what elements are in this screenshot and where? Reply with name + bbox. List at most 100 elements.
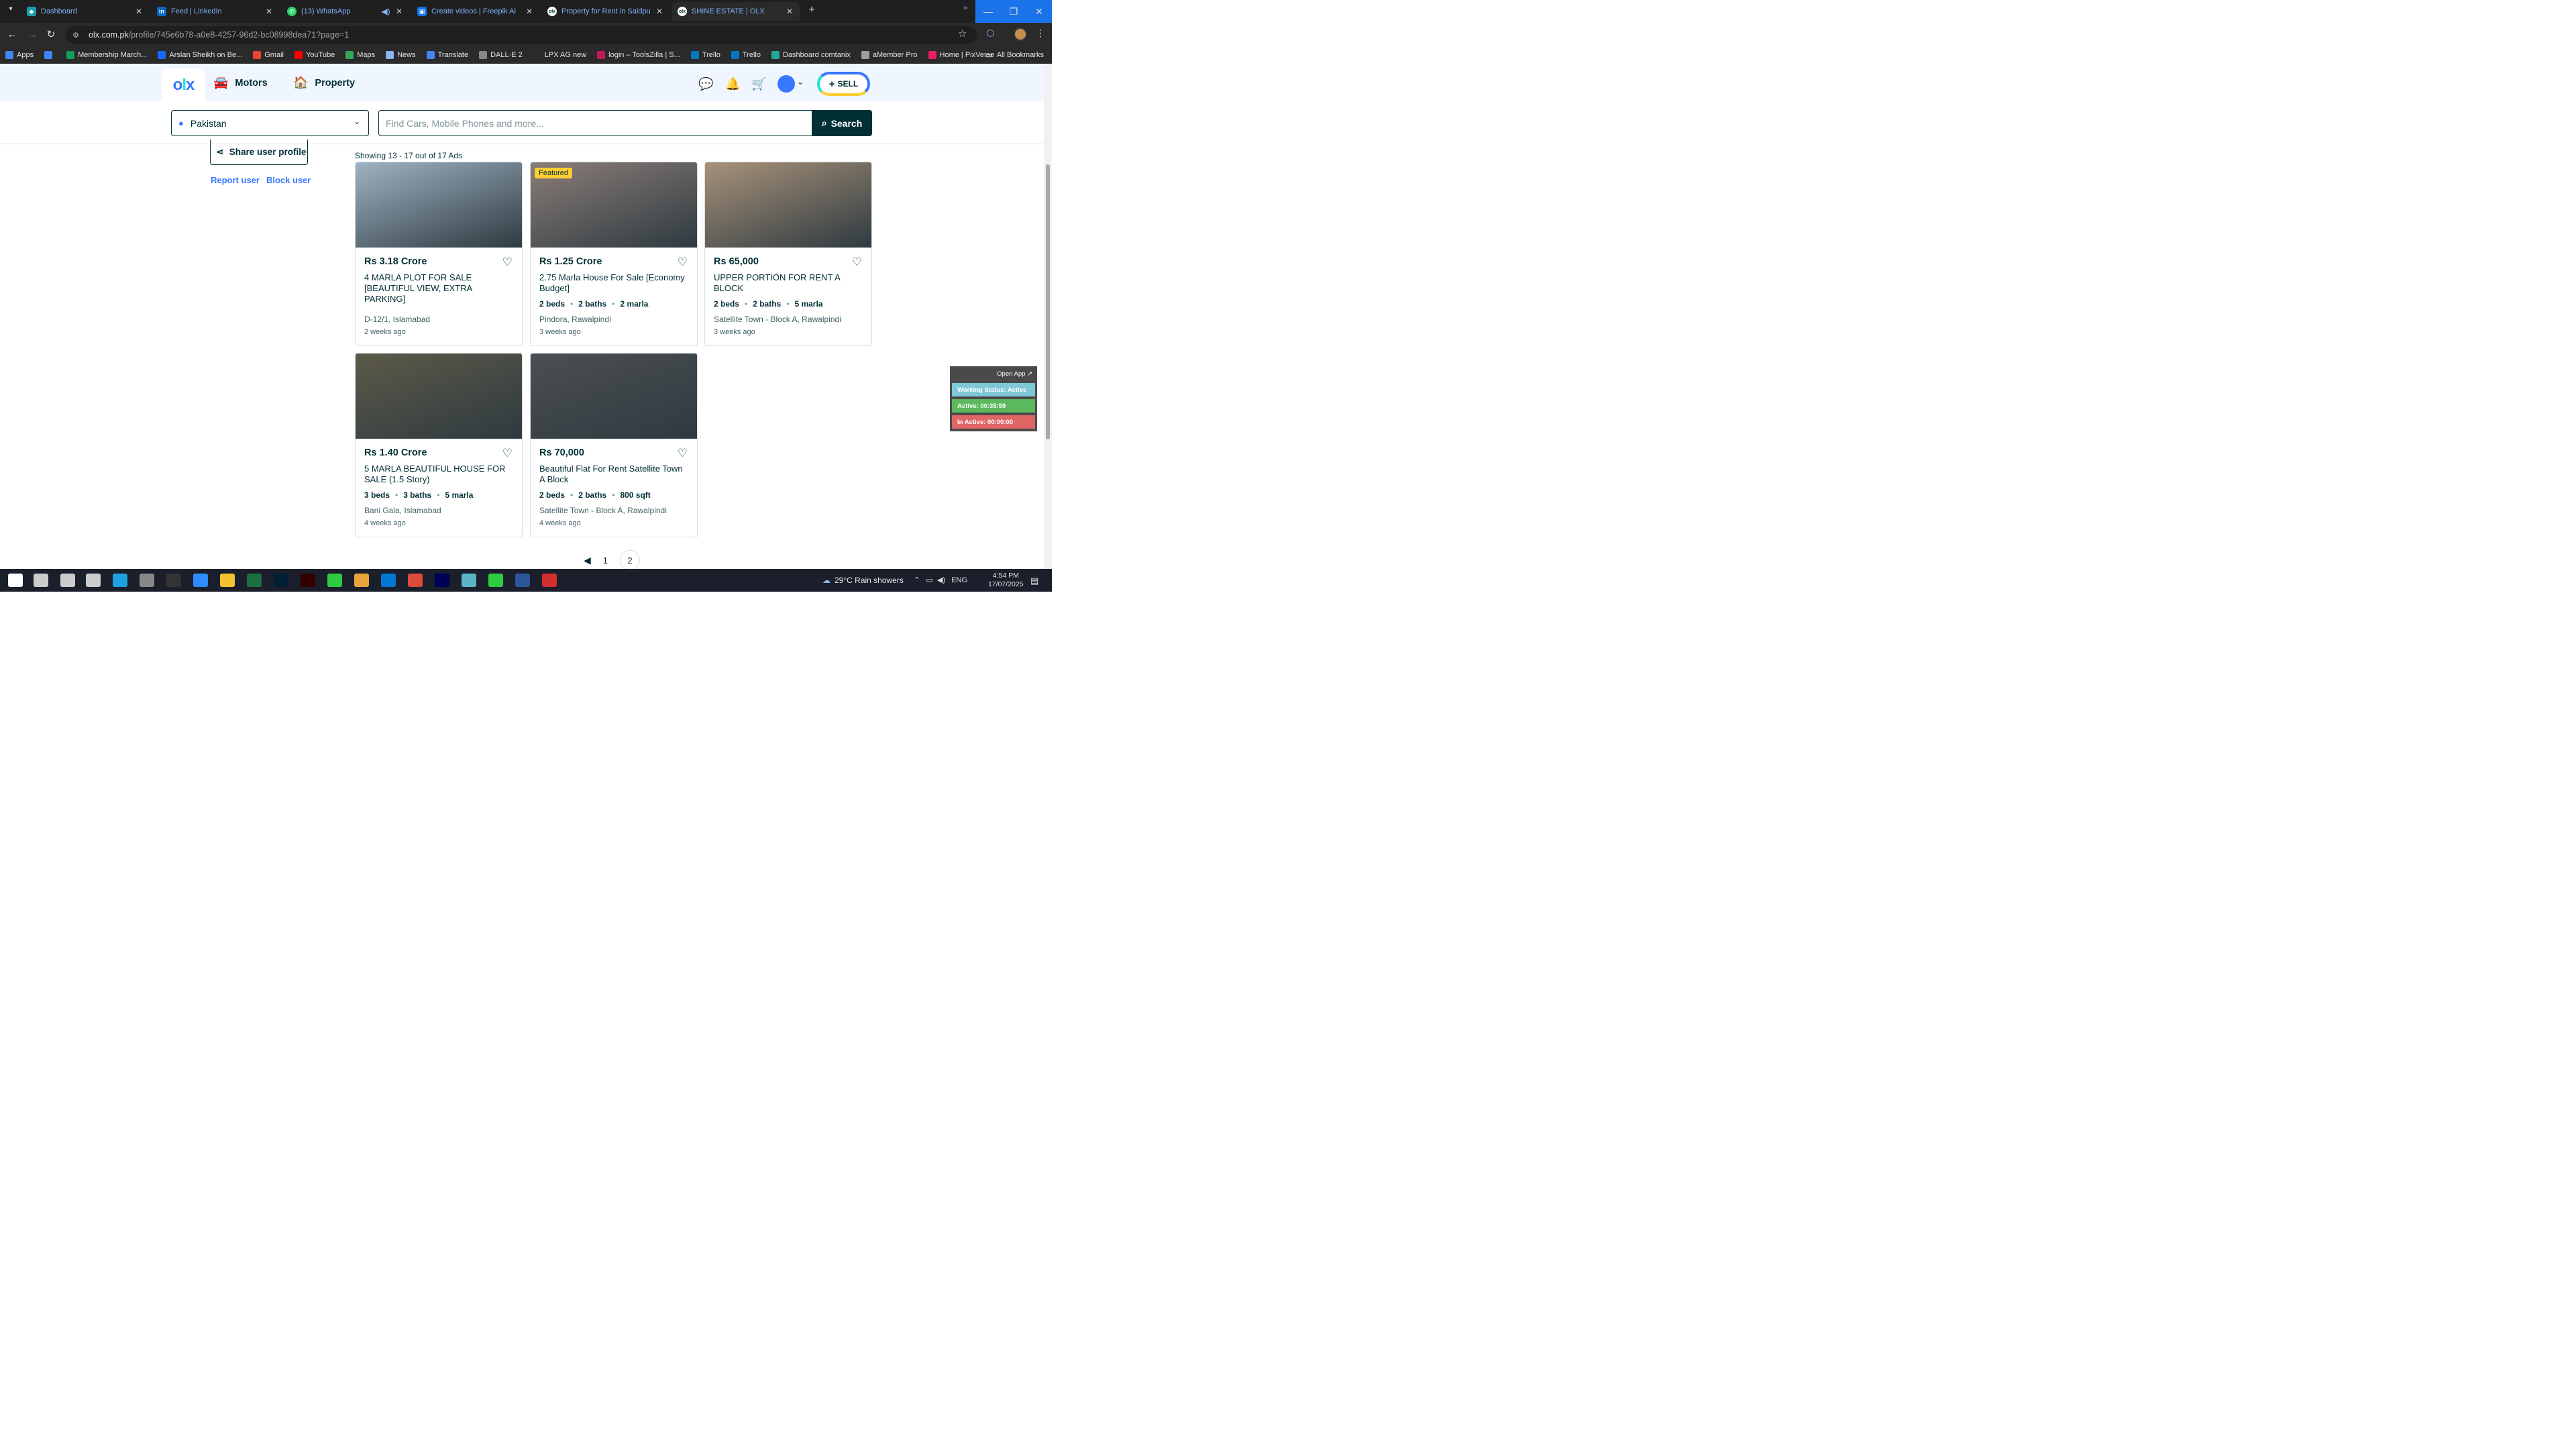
heart-icon[interactable]: ♡ bbox=[502, 447, 513, 460]
forward-icon[interactable]: → bbox=[25, 28, 39, 42]
tab-whatsapp[interactable]: ✆ (13) WhatsApp ◀) ✕ bbox=[282, 2, 409, 21]
listing-photo[interactable] bbox=[356, 354, 522, 439]
chrome-icon[interactable] bbox=[408, 574, 423, 587]
close-icon[interactable]: ✕ bbox=[264, 7, 274, 16]
tab-freepik[interactable]: ▣ Create videos | Freepik AI ✕ bbox=[412, 2, 539, 21]
search-input[interactable]: Find Cars, Mobile Phones and more... bbox=[378, 110, 813, 136]
network-icon[interactable]: ▭ bbox=[926, 576, 932, 584]
bookmark-item[interactable]: Trello bbox=[686, 51, 726, 59]
page-2[interactable]: 2 bbox=[620, 550, 641, 569]
bookmark-item[interactable]: Membership March... bbox=[61, 51, 152, 59]
listing-card[interactable]: Featured Rs 1.25 Crore ♡ 2.75 Marla House F… bbox=[530, 162, 698, 346]
illustrator-icon[interactable] bbox=[301, 574, 315, 587]
bookmark-item[interactable]: News bbox=[380, 51, 421, 59]
scroll-thumb[interactable] bbox=[1046, 164, 1050, 439]
restore-icon[interactable]: ❐ bbox=[1001, 0, 1026, 23]
clock[interactable]: 4:54 PM 17/07/2025 bbox=[988, 572, 1024, 589]
share-profile-button[interactable]: ⋖ Share user profile bbox=[210, 140, 308, 165]
bookmark-item[interactable]: Dashboard comtanix bbox=[766, 51, 856, 59]
listing-card[interactable]: Rs 65,000 ♡ UPPER PORTION FOR RENT A BLOCK… bbox=[704, 162, 872, 346]
category-property[interactable]: 🏠 Property bbox=[293, 76, 355, 90]
back-icon[interactable]: ← bbox=[5, 28, 19, 42]
premiere-icon[interactable] bbox=[435, 574, 449, 587]
windows-start-icon[interactable] bbox=[8, 574, 23, 587]
language-indicator[interactable]: ENG bbox=[951, 576, 967, 584]
bookmark-item[interactable]: Translate bbox=[421, 51, 474, 59]
bookmark-item[interactable]: Trello bbox=[726, 51, 766, 59]
notifications-icon[interactable]: ▤ bbox=[1030, 576, 1038, 586]
listing-card[interactable]: Rs 70,000 ♡ Beautiful Flat For Rent Satell… bbox=[530, 353, 698, 537]
heart-icon[interactable]: ♡ bbox=[502, 256, 513, 269]
listing-card[interactable]: Rs 3.18 Crore ♡ 4 MARLA PLOT FOR SALE [BEA… bbox=[355, 162, 523, 346]
listing-photo[interactable] bbox=[705, 162, 871, 248]
cortana-icon[interactable] bbox=[60, 574, 75, 587]
chat-icon[interactable]: 💬 bbox=[698, 77, 713, 91]
category-motors[interactable]: 🚘 Motors bbox=[213, 76, 268, 90]
word-icon[interactable] bbox=[515, 574, 530, 587]
speaker-icon[interactable]: ◀) bbox=[381, 7, 390, 16]
open-app-link[interactable]: Open App ↗ bbox=[952, 368, 1035, 380]
app-icon[interactable] bbox=[488, 574, 503, 587]
edge-icon[interactable] bbox=[113, 574, 127, 587]
weather-widget[interactable]: ☁ 29°C Rain showers bbox=[822, 576, 904, 585]
close-window-icon[interactable]: ✕ bbox=[1026, 0, 1052, 23]
bookmark-item[interactable]: Maps bbox=[340, 51, 380, 59]
page-1[interactable]: 1 bbox=[603, 555, 608, 566]
bookmark-item[interactable]: login – ToolsZilla | S... bbox=[592, 51, 686, 59]
volume-icon[interactable]: ◀) bbox=[937, 576, 945, 584]
prev-page-icon[interactable]: ◀ bbox=[584, 555, 591, 566]
task-view-icon[interactable] bbox=[86, 574, 101, 587]
tab-dashboard[interactable]: ◆ Dashboard ✕ bbox=[21, 2, 149, 21]
chevron-down-icon[interactable]: ⌄ bbox=[797, 77, 804, 87]
heart-icon[interactable]: ♡ bbox=[678, 256, 688, 269]
bookmark-item[interactable]: DALL·E 2 bbox=[474, 51, 528, 59]
all-bookmarks[interactable]: ▭ All Bookmarks bbox=[985, 46, 1044, 64]
more-bookmarks-icon[interactable]: » bbox=[963, 4, 967, 12]
url-bar[interactable]: ⚙ olx.com.pk /profile/745e6b78-a0e8-4257… bbox=[66, 26, 977, 44]
photoshop-icon[interactable] bbox=[274, 574, 288, 587]
scrollbar[interactable] bbox=[1044, 64, 1052, 569]
listing-photo[interactable] bbox=[356, 162, 522, 248]
avatar[interactable] bbox=[777, 75, 795, 93]
bookmark-item[interactable]: YouTube bbox=[289, 51, 340, 59]
close-icon[interactable]: ✕ bbox=[785, 7, 794, 16]
tab-shine-estate[interactable]: olx SHINE ESTATE | OLX ✕ bbox=[672, 2, 800, 21]
excel-icon[interactable] bbox=[247, 574, 262, 587]
close-icon[interactable]: ✕ bbox=[394, 7, 404, 16]
bookmark-item[interactable]: Apps bbox=[0, 51, 39, 59]
sell-button[interactable]: + SELL bbox=[817, 72, 870, 96]
heart-icon[interactable]: ♡ bbox=[852, 256, 862, 269]
app-icon[interactable] bbox=[462, 574, 476, 587]
logo-tab[interactable]: olx bbox=[162, 69, 205, 101]
search-icon[interactable] bbox=[34, 574, 48, 587]
minimize-icon[interactable]: — bbox=[975, 0, 1001, 23]
vscode-icon[interactable] bbox=[381, 574, 396, 587]
kebab-menu-icon[interactable]: ⋮ bbox=[1036, 28, 1045, 39]
listing-photo[interactable] bbox=[531, 354, 697, 439]
bookmark-star-icon[interactable]: ☆ bbox=[958, 28, 967, 40]
bookmark-item[interactable] bbox=[39, 51, 61, 59]
report-user-link[interactable]: Report user bbox=[211, 175, 260, 185]
location-select[interactable]: ● Pakistan ⌄ bbox=[171, 110, 369, 136]
bookmark-item[interactable]: aMember Pro bbox=[856, 51, 923, 59]
listing-photo[interactable]: Featured bbox=[531, 162, 697, 248]
zoom-icon[interactable] bbox=[193, 574, 208, 587]
close-icon[interactable]: ✕ bbox=[525, 7, 534, 16]
bell-icon[interactable]: 🔔 bbox=[725, 77, 740, 91]
close-icon[interactable]: ✕ bbox=[134, 7, 144, 16]
chrome-icon[interactable] bbox=[354, 574, 369, 587]
terminal-icon[interactable] bbox=[166, 574, 181, 587]
site-info-icon[interactable]: ⚙ bbox=[72, 31, 83, 40]
cart-icon[interactable]: 🛒 bbox=[751, 77, 766, 91]
acrobat-icon[interactable] bbox=[542, 574, 557, 587]
chevron-up-icon[interactable]: ⌃ bbox=[914, 576, 920, 584]
pen-icon[interactable] bbox=[140, 574, 154, 587]
close-icon[interactable]: ✕ bbox=[655, 7, 664, 16]
app-icon[interactable] bbox=[327, 574, 342, 587]
reload-icon[interactable]: ↻ bbox=[44, 28, 58, 42]
bookmark-item[interactable]: LPX AG new bbox=[528, 51, 592, 59]
tab-linkedin[interactable]: in Feed | LinkedIn ✕ bbox=[152, 2, 279, 21]
tab-property-rent[interactable]: olx Property for Rent in Saidpur Ro ✕ bbox=[542, 2, 669, 21]
heart-icon[interactable]: ♡ bbox=[678, 447, 688, 460]
extensions-icon[interactable]: ⬡ bbox=[986, 28, 994, 39]
